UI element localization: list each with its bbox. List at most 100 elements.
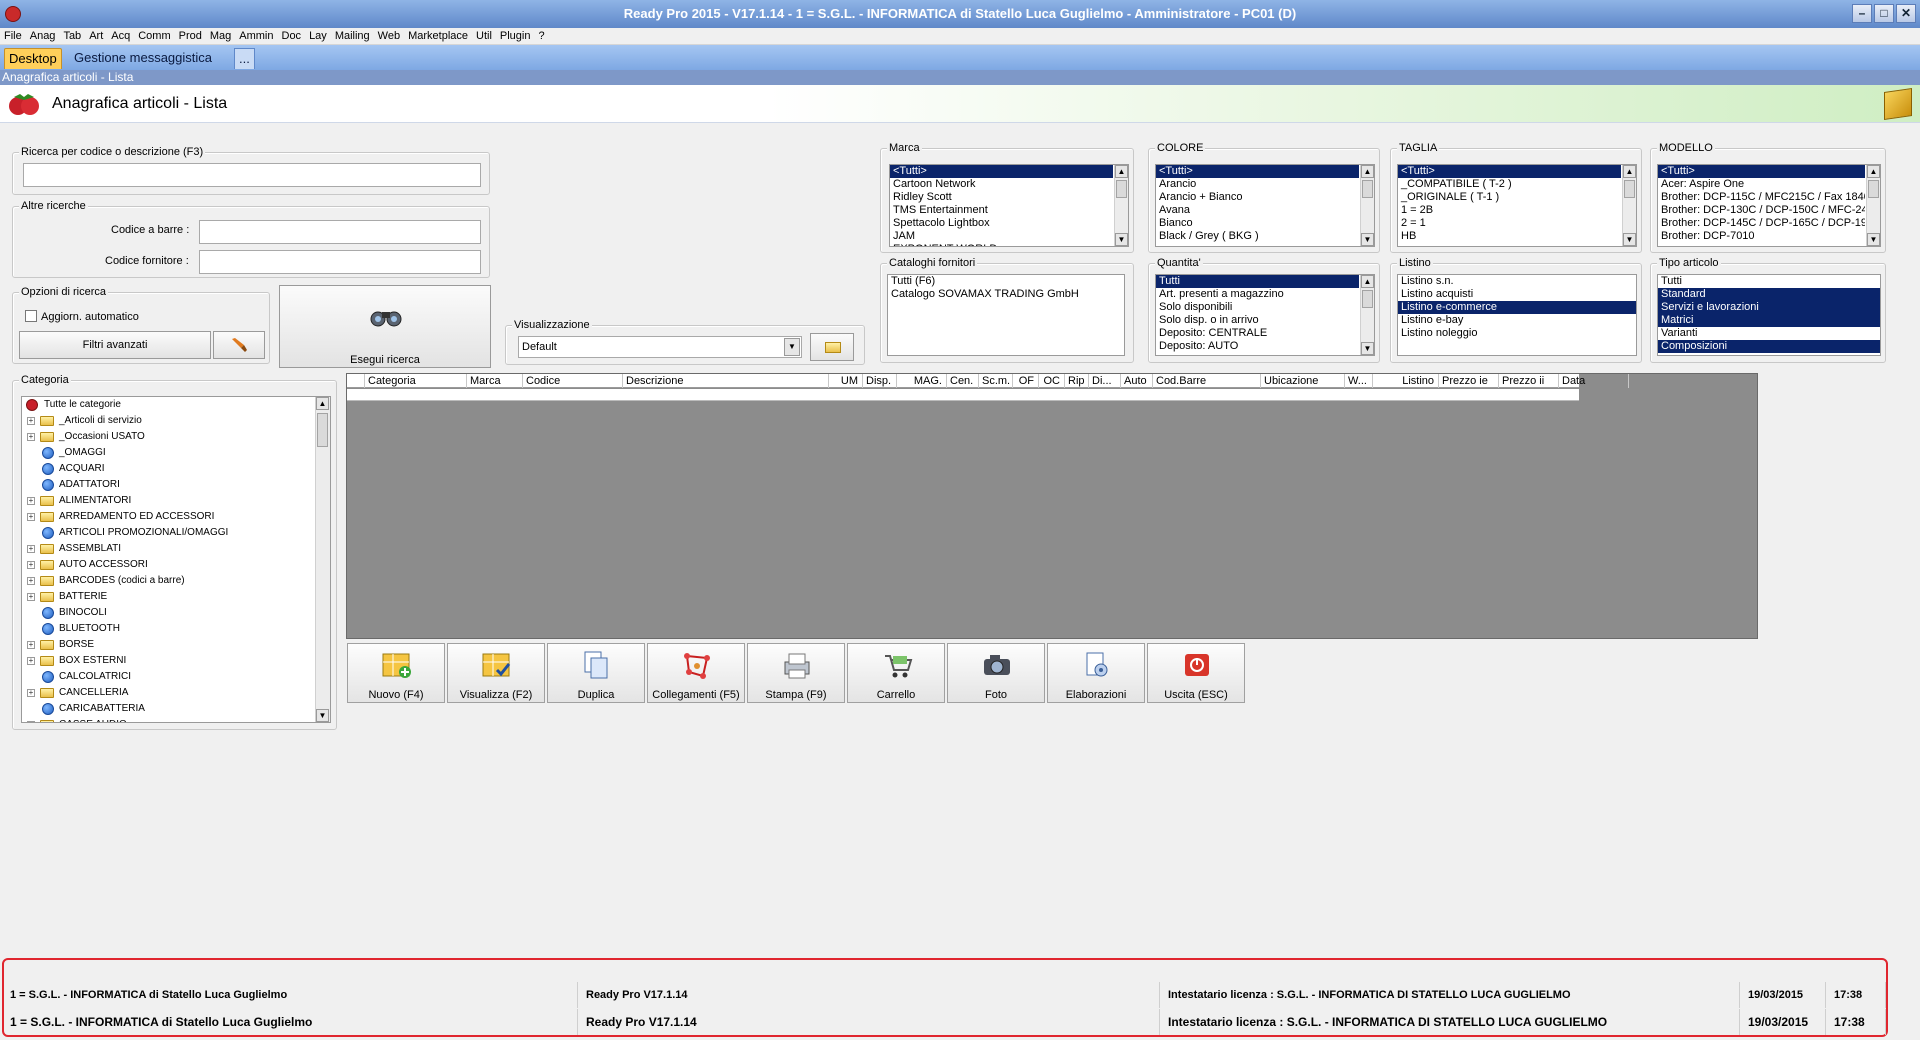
column-header[interactable]: Cod.Barre bbox=[1153, 374, 1261, 388]
cataloghi-option[interactable]: Catalogo SOVAMAX TRADING GmbH bbox=[888, 288, 1124, 301]
tree-item[interactable]: + BOX ESTERNI bbox=[22, 653, 330, 669]
tab-desktop[interactable]: Desktop bbox=[4, 48, 62, 69]
expand-icon[interactable]: + bbox=[27, 513, 35, 521]
action-button-3[interactable]: Collegamenti (F5) bbox=[647, 643, 745, 703]
menu-item-16[interactable]: ? bbox=[534, 28, 548, 45]
tree-item[interactable]: ADATTATORI bbox=[22, 477, 330, 493]
chevron-down-icon[interactable]: ▼ bbox=[784, 338, 800, 356]
tipo-articolo-listbox[interactable]: Tutti Standard Servizi e lavorazioni Matric… bbox=[1657, 274, 1881, 356]
marca-listbox[interactable]: <Tutti> Cartoon Network Ridley Scott TMS En… bbox=[889, 164, 1129, 247]
colore-listbox[interactable]: <Tutti> Arancio Arancio + Bianco Avana Bianc… bbox=[1155, 164, 1375, 247]
tree-item[interactable]: + ASSEMBLATI bbox=[22, 541, 330, 557]
quantita-listbox[interactable]: Tutti Art. presenti a magazzino Solo dispo… bbox=[1155, 274, 1375, 356]
tree-item[interactable]: + BORSE bbox=[22, 637, 330, 653]
tab-more[interactable]: ... bbox=[234, 48, 255, 69]
taglia-option[interactable]: <Tutti> bbox=[1398, 165, 1621, 178]
colore-option[interactable]: Avana bbox=[1156, 204, 1359, 217]
tree-item[interactable]: _OMAGGI bbox=[22, 445, 330, 461]
modello-option[interactable]: Brother: DCP-145C / DCP-165C / DCP-195 bbox=[1658, 217, 1865, 230]
expand-icon[interactable]: + bbox=[27, 657, 35, 665]
modello-option[interactable]: <Tutti> bbox=[1658, 165, 1865, 178]
listino-option[interactable]: Listino e-bay bbox=[1398, 314, 1636, 327]
tree-item[interactable]: BLUETOOTH bbox=[22, 621, 330, 637]
column-header[interactable]: Data bbox=[1559, 374, 1629, 388]
menu-item-1[interactable]: Anag bbox=[26, 28, 60, 45]
colore-option[interactable]: Arancio + Bianco bbox=[1156, 191, 1359, 204]
menu-item-4[interactable]: Acq bbox=[107, 28, 134, 45]
expand-icon[interactable]: + bbox=[27, 641, 35, 649]
expand-icon[interactable]: + bbox=[27, 689, 35, 697]
tree-item[interactable]: + BATTERIE bbox=[22, 589, 330, 605]
menu-item-8[interactable]: Ammin bbox=[235, 28, 277, 45]
modello-option[interactable]: Brother: DCP-130C / DCP-150C / MFC-240 bbox=[1658, 204, 1865, 217]
column-header[interactable]: OF bbox=[1013, 374, 1039, 388]
column-header[interactable]: UM bbox=[829, 374, 863, 388]
tipo-option[interactable]: Varianti bbox=[1658, 327, 1880, 340]
column-header[interactable]: W... bbox=[1345, 374, 1373, 388]
action-button-6[interactable]: Foto bbox=[947, 643, 1045, 703]
filter-brush-button[interactable] bbox=[213, 331, 265, 359]
cataloghi-option[interactable]: Tutti (F6) bbox=[888, 275, 1124, 288]
column-header[interactable]: Auto bbox=[1121, 374, 1153, 388]
tipo-option[interactable]: Tutti bbox=[1658, 275, 1880, 288]
marca-option[interactable]: Spettacolo Lightbox bbox=[890, 217, 1113, 230]
expand-icon[interactable]: + bbox=[27, 577, 35, 585]
strawberry-app-icon[interactable] bbox=[5, 6, 21, 22]
tree-item[interactable]: ARTICOLI PROMOZIONALI/OMAGGI bbox=[22, 525, 330, 541]
taglia-option[interactable]: 2 = 1 bbox=[1398, 217, 1621, 230]
colore-option[interactable]: Black / Grey ( BKG ) bbox=[1156, 230, 1359, 243]
tree-item[interactable]: + _Occasioni USATO bbox=[22, 429, 330, 445]
quantita-option[interactable]: Solo disponibili bbox=[1156, 301, 1359, 314]
marca-option[interactable]: EXPONENT WORLD bbox=[890, 243, 1113, 246]
marca-option[interactable]: <Tutti> bbox=[890, 165, 1113, 178]
barcode-input[interactable] bbox=[199, 220, 481, 244]
menu-item-2[interactable]: Tab bbox=[59, 28, 85, 45]
quantita-option[interactable]: Tutti bbox=[1156, 275, 1359, 288]
menu-item-10[interactable]: Lay bbox=[305, 28, 331, 45]
menu-item-9[interactable]: Doc bbox=[278, 28, 306, 45]
listino-listbox[interactable]: Listino s.n. Listino acquisti Listino e-co… bbox=[1397, 274, 1637, 356]
action-button-5[interactable]: Carrello bbox=[847, 643, 945, 703]
column-header[interactable]: Cen. bbox=[947, 374, 979, 388]
marca-option[interactable]: JAM bbox=[890, 230, 1113, 243]
tree-item[interactable]: ACQUARI bbox=[22, 461, 330, 477]
tipo-option[interactable]: Composizioni bbox=[1658, 340, 1880, 353]
marca-option[interactable]: TMS Entertainment bbox=[890, 204, 1113, 217]
column-header[interactable]: Di... bbox=[1089, 374, 1121, 388]
menu-item-5[interactable]: Comm bbox=[134, 28, 174, 45]
column-header[interactable]: Categoria bbox=[365, 374, 467, 388]
taglia-listbox[interactable]: <Tutti> _COMPATIBILE ( T-2 ) _ORIGINALE ( … bbox=[1397, 164, 1637, 247]
tree-root[interactable]: Tutte le categorie bbox=[22, 397, 330, 413]
tree-item[interactable]: + AUTO ACCESSORI bbox=[22, 557, 330, 573]
quantita-option[interactable]: Deposito: CENTRALE bbox=[1156, 327, 1359, 340]
action-button-7[interactable]: Elaborazioni bbox=[1047, 643, 1145, 703]
auto-update-checkbox[interactable] bbox=[25, 310, 37, 322]
action-button-1[interactable]: Visualizza (F2) bbox=[447, 643, 545, 703]
tree-item[interactable]: BINOCOLI bbox=[22, 605, 330, 621]
tab-gestione-messaggistica[interactable]: Gestione messaggistica bbox=[70, 48, 216, 69]
action-button-2[interactable]: Duplica bbox=[547, 643, 645, 703]
colore-option[interactable]: <Tutti> bbox=[1156, 165, 1359, 178]
modello-option[interactable]: Acer: Aspire One bbox=[1658, 178, 1865, 191]
execute-search-button[interactable]: Esegui ricerca bbox=[279, 285, 491, 368]
advanced-filters-button[interactable]: Filtri avanzati bbox=[19, 331, 211, 359]
quantita-option[interactable]: Solo disp. o in arrivo bbox=[1156, 314, 1359, 327]
menu-item-15[interactable]: Plugin bbox=[496, 28, 535, 45]
expand-icon[interactable]: + bbox=[27, 497, 35, 505]
tree-item[interactable]: + ARREDAMENTO ED ACCESSORI bbox=[22, 509, 330, 525]
column-header[interactable]: Codice bbox=[523, 374, 623, 388]
taglia-option[interactable]: HB bbox=[1398, 230, 1621, 243]
expand-icon[interactable]: + bbox=[27, 417, 35, 425]
view-select[interactable]: Default ▼ bbox=[518, 336, 802, 358]
column-header[interactable]: Prezzo ie bbox=[1439, 374, 1499, 388]
view-folder-button[interactable] bbox=[810, 333, 854, 361]
grid-empty-row[interactable] bbox=[347, 389, 1579, 401]
cataloghi-listbox[interactable]: Tutti (F6) Catalogo SOVAMAX TRADING GmbH bbox=[887, 274, 1125, 356]
modello-option[interactable]: Brother: DCP-115C / MFC215C / Fax 1840 bbox=[1658, 191, 1865, 204]
column-header[interactable]: Sc.m. bbox=[979, 374, 1013, 388]
column-header[interactable]: Listino bbox=[1373, 374, 1439, 388]
colore-option[interactable]: Bianco bbox=[1156, 217, 1359, 230]
listino-option[interactable]: Listino e-commerce bbox=[1398, 301, 1636, 314]
menu-item-14[interactable]: Util bbox=[472, 28, 496, 45]
expand-icon[interactable]: + bbox=[27, 545, 35, 553]
